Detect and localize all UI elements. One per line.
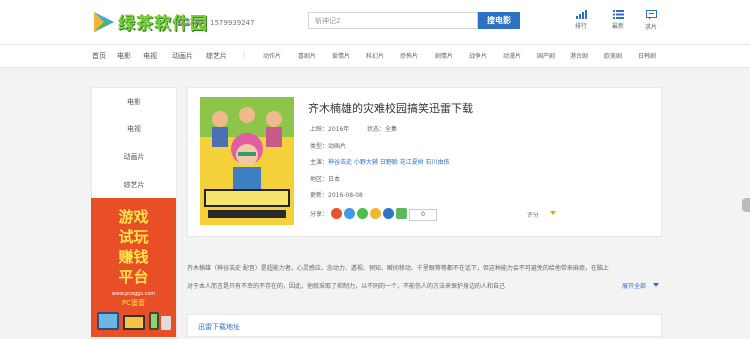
list-icon xyxy=(612,10,624,19)
sidebar-item-movie[interactable]: 电影 xyxy=(92,89,176,115)
share-label: 分享： xyxy=(310,211,329,218)
nav-tv[interactable]: 电视 xyxy=(143,51,157,61)
latest-label: 最新 xyxy=(611,23,624,30)
ranking-icon xyxy=(575,10,587,19)
nav-anime[interactable]: 动漫片 xyxy=(503,51,521,60)
cast-links[interactable]: 神谷浩史 小野大辅 日野聪 花江夏树 石川由依 xyxy=(328,159,450,166)
wechat-share-icon[interactable] xyxy=(357,208,368,219)
nav-horror[interactable]: 恐怖片 xyxy=(400,51,418,60)
ad-line-3: 赚钱 xyxy=(118,248,149,266)
search-input[interactable]: 斩神记2 xyxy=(308,12,478,29)
ad-line-1: 游戏 xyxy=(118,208,149,226)
main-nav: 首页 电影 电视 动画片 综艺片 | 动作片 喜剧片 爱情片 科幻片 恐怖片 剧… xyxy=(0,45,750,68)
logo-icon[interactable] xyxy=(92,10,116,34)
download-section: 迅雷下载地址 xyxy=(187,314,662,337)
nav-home[interactable]: 首页 xyxy=(92,51,106,61)
nav-variety[interactable]: 综艺片 xyxy=(206,51,227,61)
nav-action[interactable]: 动作片 xyxy=(263,51,281,60)
search-button[interactable]: 搜电影 xyxy=(478,12,520,29)
ad-devices-image xyxy=(97,312,171,330)
rating-label[interactable]: 评分 xyxy=(527,210,539,219)
weibo-share-icon[interactable] xyxy=(331,208,342,219)
movie-updated: 更新：2016-08-08 xyxy=(310,192,363,199)
sidebar-item-tv[interactable]: 电视 xyxy=(92,116,176,142)
ad-brand: PC蛋蛋 xyxy=(121,299,146,307)
qzone-share-icon[interactable] xyxy=(344,208,355,219)
more-share-icon[interactable] xyxy=(396,208,407,219)
movie-type: 类型：动画片 xyxy=(310,143,347,150)
nav-romance[interactable]: 爱情片 xyxy=(332,51,350,60)
nav-drama[interactable]: 剧情片 xyxy=(435,51,453,60)
nav-animation[interactable]: 动画片 xyxy=(172,51,193,61)
expand-chevron-icon[interactable] xyxy=(653,283,659,287)
side-panel-handle[interactable] xyxy=(742,198,750,212)
request-link[interactable]: 求片 xyxy=(636,10,666,31)
qq-contact: 联系QQ：1579939247 xyxy=(178,19,255,27)
expand-link[interactable]: 展开全部 xyxy=(622,281,646,290)
movie-cast: 主演：神谷浩史 小野大辅 日野聪 花江夏树 石川由依 xyxy=(310,157,450,166)
ad-banner[interactable]: 游戏 试玩 赚钱 平台 www.pceggs.com PC蛋蛋 xyxy=(91,198,176,337)
cast-label: 主演： xyxy=(310,159,329,166)
description-section: 齐木楠雄（神谷浩史 配音）是超能力者。心灵感应、念动力、透视、预知、瞬间移动、千… xyxy=(187,241,660,291)
nav-jpkr[interactable]: 日韩剧 xyxy=(638,51,656,60)
latest-link[interactable]: 最新 xyxy=(603,10,633,30)
tencent-share-icon[interactable] xyxy=(383,208,394,219)
ad-line-2: 试玩 xyxy=(118,228,149,246)
ranking-label: 排行 xyxy=(574,23,587,30)
sidebar-item-animation[interactable]: 动画片 xyxy=(92,144,176,170)
movie-year: 上映：2016年 xyxy=(310,126,350,133)
ad-line-4: 平台 xyxy=(118,268,149,286)
rating-chevron-icon[interactable] xyxy=(550,211,556,215)
movie-title: 齐木楠雄的灾难校园搞笑迅雷下载 xyxy=(308,102,473,115)
download-title[interactable]: 迅雷下载地址 xyxy=(198,322,240,332)
ranking-link[interactable]: 排行 xyxy=(566,10,596,30)
description-line-2: 对于本人而言是只有不幸的不存在的，因此，他就采取了抑制力，以不同的一个，不能伤人… xyxy=(187,283,506,290)
nav-war[interactable]: 战争片 xyxy=(469,51,487,60)
description-line-1: 齐木楠雄（神谷浩史 配音）是超能力者。心灵感应、念动力、透视、预知、瞬间移动、千… xyxy=(187,265,609,272)
nav-movie[interactable]: 电影 xyxy=(117,51,131,61)
nav-western[interactable]: 欧美剧 xyxy=(604,51,622,60)
share-count: 0 xyxy=(409,209,437,221)
movie-status: 状态：全集 xyxy=(367,126,398,133)
ad-url: www.pceggs.com xyxy=(111,291,156,297)
nav-hktw[interactable]: 港台剧 xyxy=(570,51,588,60)
sidebar-item-variety[interactable]: 综艺片 xyxy=(92,172,176,198)
message-icon xyxy=(645,10,657,20)
movie-poster[interactable] xyxy=(200,97,294,225)
nav-comedy[interactable]: 喜剧片 xyxy=(298,51,316,60)
nav-scifi[interactable]: 科幻片 xyxy=(366,51,384,60)
qq-share-icon[interactable] xyxy=(370,208,381,219)
top-bar: 绿茶软件园 联系QQ：1579939247 斩神记2 搜电影 排行 最新 求片 xyxy=(0,0,750,45)
movie-region: 地区：日本 xyxy=(310,176,341,183)
nav-divider: | xyxy=(243,51,246,59)
request-label: 求片 xyxy=(644,24,657,31)
nav-domestic[interactable]: 国产剧 xyxy=(537,51,555,60)
